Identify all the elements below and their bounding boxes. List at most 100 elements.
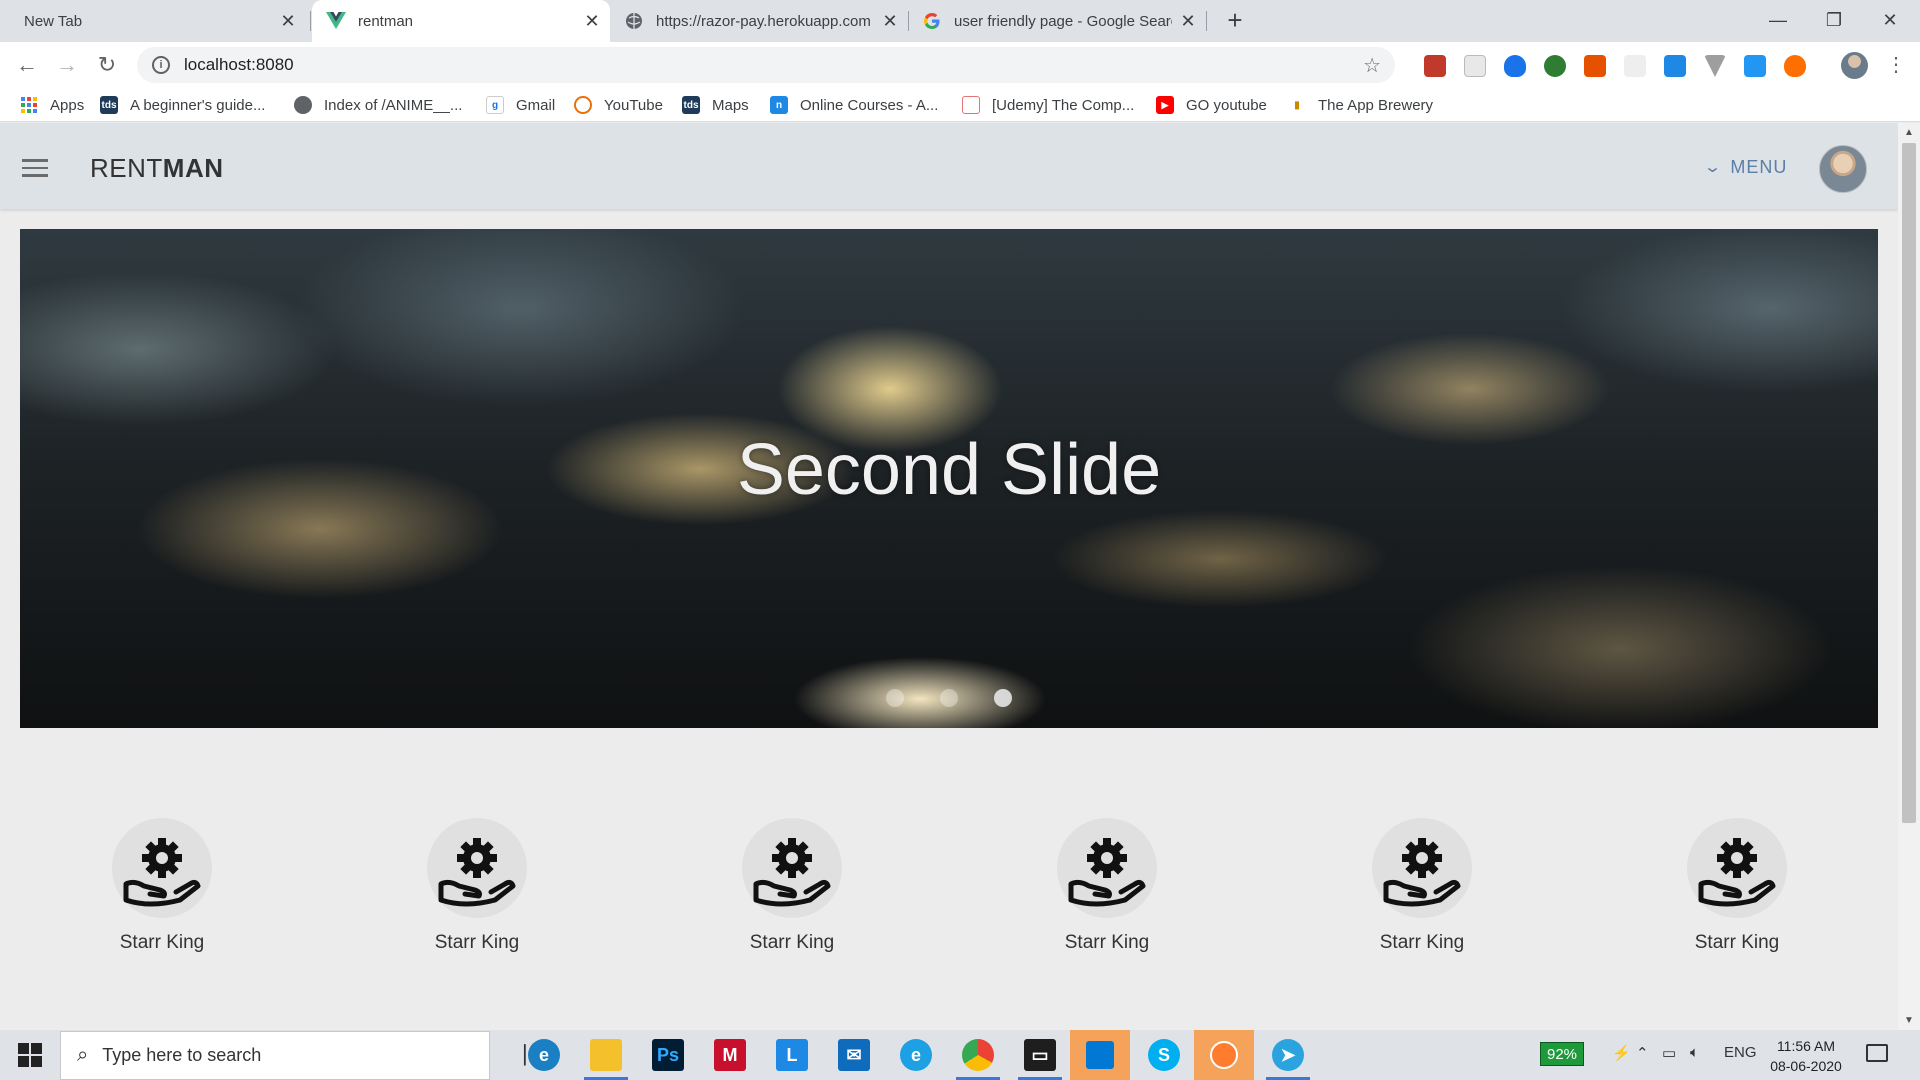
- compass-icon: [1210, 1041, 1238, 1069]
- bookmark-gmail[interactable]: g Gmail: [486, 94, 555, 116]
- bookmark-label: GO youtube: [1186, 96, 1267, 114]
- coupon-extension-icon[interactable]: [1584, 55, 1606, 77]
- reload-icon[interactable]: ↻: [92, 50, 122, 80]
- chat-extension-icon[interactable]: [1744, 55, 1766, 77]
- network-icon[interactable]: ▭: [1662, 1044, 1676, 1062]
- chevron-up-icon[interactable]: ⌃: [1636, 1044, 1649, 1062]
- google-logo-icon: [922, 11, 942, 31]
- bookmark-go-youtube[interactable]: ▶ GO youtube: [1156, 94, 1267, 116]
- info-icon[interactable]: i: [152, 56, 170, 74]
- tab-new-tab[interactable]: New Tab ✕: [12, 0, 306, 42]
- bookmark-youtube[interactable]: YouTube: [574, 94, 663, 116]
- apps-grid-icon: [20, 96, 38, 114]
- close-icon[interactable]: ✕: [582, 11, 602, 31]
- bookmark-online-courses[interactable]: n Online Courses - A...: [770, 94, 938, 116]
- profile-avatar[interactable]: [1841, 52, 1868, 79]
- feature-item: Starr King: [1007, 818, 1207, 954]
- menu-button[interactable]: ⌄ MENU: [1703, 153, 1788, 181]
- gear-hand-icon: [427, 818, 527, 918]
- url-text: localhost:8080: [184, 55, 294, 74]
- bookmark-apps[interactable]: Apps: [20, 94, 84, 116]
- carousel-dot-active[interactable]: [994, 689, 1012, 707]
- more-vert-icon[interactable]: ⋮: [1886, 52, 1906, 77]
- battery-indicator[interactable]: 92%: [1540, 1042, 1585, 1066]
- language-indicator[interactable]: ENG: [1724, 1044, 1757, 1061]
- address-bar[interactable]: i localhost:8080 ☆: [137, 47, 1395, 83]
- tab-title: rentman: [358, 12, 414, 30]
- windows-start-icon[interactable]: [10, 1042, 50, 1068]
- taskbar-clock[interactable]: 11:56 AM 08-06-2020: [1766, 1036, 1846, 1076]
- pdf-extension-icon[interactable]: [1424, 55, 1446, 77]
- restore-icon[interactable]: ❐: [1806, 0, 1862, 40]
- slide-title: Second Slide: [736, 430, 1162, 510]
- file-explorer-icon[interactable]: [590, 1039, 622, 1071]
- feature-row: Starr King Starr King Starr King Starr K…: [0, 818, 1898, 958]
- brand-light: RENT: [90, 153, 163, 183]
- feature-label: Starr King: [1694, 932, 1780, 953]
- gear-hand-icon: [1372, 818, 1472, 918]
- clock-time: 11:56 AM: [1776, 1038, 1836, 1054]
- brand-logo[interactable]: RENTMAN: [90, 153, 224, 184]
- close-icon[interactable]: ✕: [278, 11, 298, 31]
- scroll-up-arrow-icon[interactable]: ▲: [1898, 127, 1920, 138]
- tab-google-search[interactable]: user friendly page - Google Search ✕: [910, 0, 1206, 42]
- scroll-down-arrow-icon[interactable]: ▼: [1898, 1015, 1920, 1026]
- search-icon: ⌕: [77, 1044, 89, 1066]
- vscode-taskbar-button[interactable]: [1070, 1030, 1130, 1080]
- compass-taskbar-button[interactable]: [1194, 1030, 1254, 1080]
- bookmark-label: YouTube: [604, 96, 663, 114]
- youtube-icon: ▶: [1156, 96, 1174, 114]
- bookmark-star-icon[interactable]: ☆: [1363, 53, 1381, 78]
- globe-icon: [294, 96, 312, 114]
- bookmark-maps[interactable]: tds Maps: [682, 94, 749, 116]
- tab-razorpay[interactable]: https://razor-pay.herokuapp.com ✕: [612, 0, 908, 42]
- notification-center-icon[interactable]: [1866, 1044, 1888, 1062]
- page-scrollbar[interactable]: ▲ ▼: [1898, 123, 1920, 1030]
- carousel-dot[interactable]: [886, 689, 904, 707]
- terminal-icon[interactable]: ▭: [1024, 1039, 1056, 1071]
- telegram-icon[interactable]: ➤: [1272, 1039, 1304, 1071]
- fire-extension-icon[interactable]: [1784, 55, 1806, 77]
- chrome-icon[interactable]: [962, 1039, 994, 1071]
- user-avatar[interactable]: [1819, 145, 1867, 193]
- extension-icon[interactable]: [1624, 55, 1646, 77]
- hero-carousel[interactable]: Second Slide: [20, 229, 1878, 728]
- feature-label: Starr King: [1379, 932, 1465, 953]
- bookmark-label: A beginner's guide...: [130, 96, 266, 114]
- l-app-icon[interactable]: L: [776, 1039, 808, 1071]
- bookmark-app-brewery[interactable]: ▮ The App Brewery: [1288, 94, 1433, 116]
- v-extension-icon[interactable]: [1704, 55, 1726, 77]
- extension-icon[interactable]: [1464, 55, 1486, 77]
- menu-label: MENU: [1730, 156, 1788, 177]
- bookmark-udemy[interactable]: [Udemy] The Comp...: [962, 94, 1134, 116]
- back-arrow-icon[interactable]: ←: [12, 50, 42, 80]
- bookmark-index-anime[interactable]: Index of /ANIME__...: [294, 94, 462, 116]
- internet-explorer-icon[interactable]: e: [900, 1039, 932, 1071]
- shield-extension-icon[interactable]: [1504, 55, 1526, 77]
- s-extension-icon[interactable]: [1664, 55, 1686, 77]
- window-close-icon[interactable]: ✕: [1862, 0, 1918, 40]
- forward-arrow-icon[interactable]: →: [52, 50, 82, 80]
- edge-icon[interactable]: e: [528, 1039, 560, 1071]
- power-plug-icon[interactable]: ⚡: [1612, 1044, 1631, 1062]
- mail-icon[interactable]: ✉: [838, 1039, 870, 1071]
- feature-item: Starr King: [377, 818, 577, 954]
- tab-title: https://razor-pay.herokuapp.com: [656, 12, 871, 30]
- hamburger-menu-icon[interactable]: [22, 159, 48, 177]
- skype-icon[interactable]: S: [1148, 1039, 1180, 1071]
- photoshop-icon[interactable]: Ps: [652, 1039, 684, 1071]
- gmail-icon: g: [486, 96, 504, 114]
- globe-extension-icon[interactable]: [1544, 55, 1566, 77]
- close-icon[interactable]: ✕: [1178, 11, 1198, 31]
- bookmarks-bar: Apps tds A beginner's guide... Index of …: [0, 88, 1920, 122]
- volume-icon[interactable]: 🔈︎: [1690, 1044, 1699, 1061]
- bookmark-beginners-guide[interactable]: tds A beginner's guide...: [100, 94, 265, 116]
- minimize-icon[interactable]: —: [1750, 0, 1806, 40]
- tab-rentman[interactable]: rentman ✕: [312, 0, 610, 42]
- taskbar-search[interactable]: ⌕ Type here to search: [60, 1031, 490, 1080]
- close-icon[interactable]: ✕: [880, 11, 900, 31]
- mcafee-icon[interactable]: M: [714, 1039, 746, 1071]
- carousel-dot[interactable]: [940, 689, 958, 707]
- new-tab-button[interactable]: +: [1222, 7, 1248, 34]
- scrollbar-thumb[interactable]: [1902, 143, 1916, 823]
